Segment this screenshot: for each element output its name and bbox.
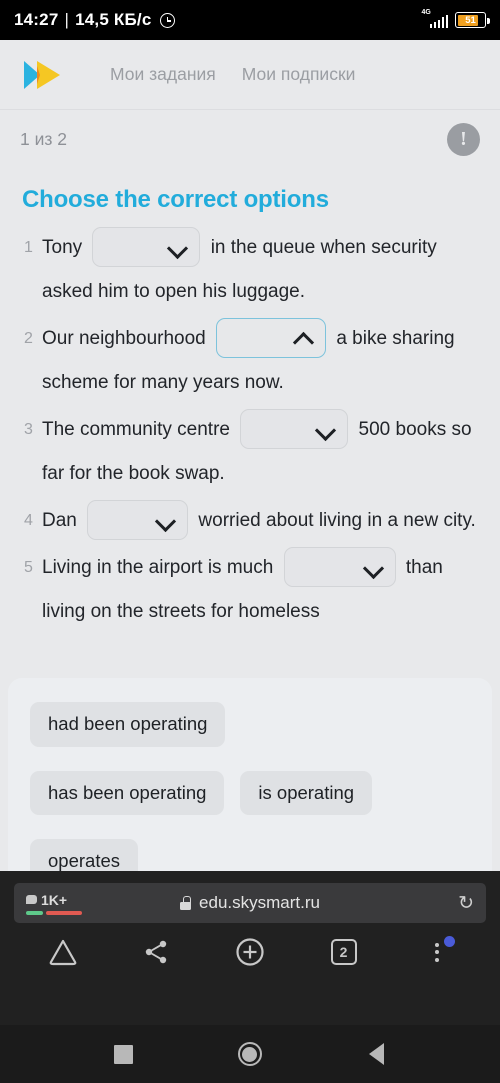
skysmart-double-chevron-logo[interactable] [20, 58, 68, 92]
page-title: Choose the correct options [22, 186, 329, 213]
status-bar-left: 14:27 | 14,5 КБ/с [14, 10, 175, 30]
question-text-before: The community centre [42, 419, 230, 440]
browser-chrome: 1K+ edu.skysmart.ru ↻ 2 [0, 871, 500, 1025]
triangle-back-icon[interactable] [355, 1032, 399, 1076]
question-4: 4 Dan worried about living in a new city… [20, 499, 480, 543]
question-5: 5 Living in the airport is much than liv… [20, 546, 480, 634]
network-type-label: 4G [421, 9, 431, 16]
site-header: Мои задания Мои подписки [0, 40, 500, 110]
vertical-dots-menu-icon[interactable] [415, 930, 459, 974]
signal-bars-icon [429, 15, 448, 28]
lock-icon [180, 896, 192, 910]
share-icon[interactable] [134, 930, 178, 974]
answer-dropdown-4[interactable] [87, 499, 189, 540]
url-bar[interactable]: 1K+ edu.skysmart.ru ↻ [14, 883, 486, 923]
status-separator: | [64, 10, 70, 29]
reload-icon[interactable]: ↻ [458, 892, 474, 915]
question-list: 1 Tony in the queue when security asked … [0, 220, 500, 634]
question-text-before: Our neighbourhood [42, 328, 206, 349]
option-chip-is-operating[interactable]: is operating [240, 770, 373, 815]
url-bar-container: 1K+ edu.skysmart.ru ↻ [0, 871, 500, 923]
question-number: 4 [24, 512, 33, 529]
square-recents-icon[interactable] [101, 1032, 145, 1076]
question-body: The community centre 500 books so far fo… [42, 408, 480, 496]
question-number: 2 [24, 330, 33, 347]
question-2: 2 Our neighbourhood a bike sharing schem… [20, 317, 480, 405]
menu-dots [435, 942, 440, 962]
chevron-down-icon [169, 239, 185, 255]
question-body: Our neighbourhood a bike sharing scheme … [42, 317, 480, 405]
shield-home-icon[interactable] [41, 930, 85, 974]
progress-counter: 1 из 2 [20, 128, 67, 149]
android-navigation-bar [0, 1025, 500, 1083]
question-text-before: Tony [42, 237, 83, 258]
tab-count-label: 2 [330, 939, 357, 965]
answer-options-panel: had been operating has been operating is… [8, 678, 492, 884]
option-chip-had-been-operating[interactable]: had been operating [30, 702, 226, 747]
tab-counter-button[interactable]: 2 [322, 930, 366, 974]
answer-dropdown-2[interactable] [216, 317, 327, 358]
question-text-before: Living in the airport is much [42, 557, 274, 578]
chevron-down-icon [365, 559, 381, 575]
answer-dropdown-5[interactable] [283, 546, 396, 587]
circle-home-icon[interactable] [228, 1032, 272, 1076]
question-3: 3 The community centre 500 books so far … [20, 408, 480, 496]
browser-toolbar: 2 [0, 923, 500, 981]
exclamation-circle-icon[interactable]: ! [447, 122, 480, 156]
battery-level-label: 51 [465, 14, 476, 26]
chevron-down-icon [317, 421, 333, 437]
status-bar-right: 4G 51 [421, 9, 490, 28]
answer-dropdown-3[interactable] [240, 408, 349, 449]
status-network-speed: 14,5 КБ/с [75, 10, 152, 29]
question-text-after: worried about living in a new city. [198, 510, 476, 531]
question-body: Living in the airport is much than livin… [42, 546, 480, 634]
question-number: 5 [24, 559, 33, 576]
exclamation-glyph: ! [460, 128, 467, 150]
answer-dropdown-1[interactable] [92, 226, 201, 267]
status-bar: 14:27 | 14,5 КБ/с 4G 51 [0, 0, 500, 40]
plus-circle-icon[interactable] [228, 930, 272, 974]
signal-icon: 4G [421, 9, 448, 28]
option-chip-has-been-operating[interactable]: has been operating [30, 770, 225, 815]
question-1: 1 Tony in the queue when security asked … [20, 226, 480, 314]
question-number: 1 [24, 239, 33, 256]
question-body: Dan worried about living in a new city. [42, 499, 480, 543]
progress-row: 1 из 2 ! [0, 110, 500, 168]
header-nav: Мои задания Мои подписки [110, 64, 355, 85]
nav-link-my-subscriptions[interactable]: Мои подписки [242, 64, 356, 85]
chevron-down-icon [157, 512, 173, 528]
battery-icon: 51 [455, 12, 490, 28]
question-body: Tony in the queue when security asked hi… [42, 226, 480, 314]
question-number: 3 [24, 421, 33, 438]
nav-link-my-tasks[interactable]: Мои задания [110, 64, 216, 85]
phone-screen: 14:27 | 14,5 КБ/с 4G 51 Мои задания Мои … [0, 0, 500, 1083]
question-text-before: Dan [42, 510, 77, 531]
status-time: 14:27 [14, 10, 59, 29]
url-center: edu.skysmart.ru [14, 893, 486, 913]
url-text: edu.skysmart.ru [199, 893, 320, 912]
alarm-clock-icon [159, 12, 175, 28]
chevron-up-icon [295, 330, 311, 346]
menu-notification-badge [444, 936, 456, 947]
